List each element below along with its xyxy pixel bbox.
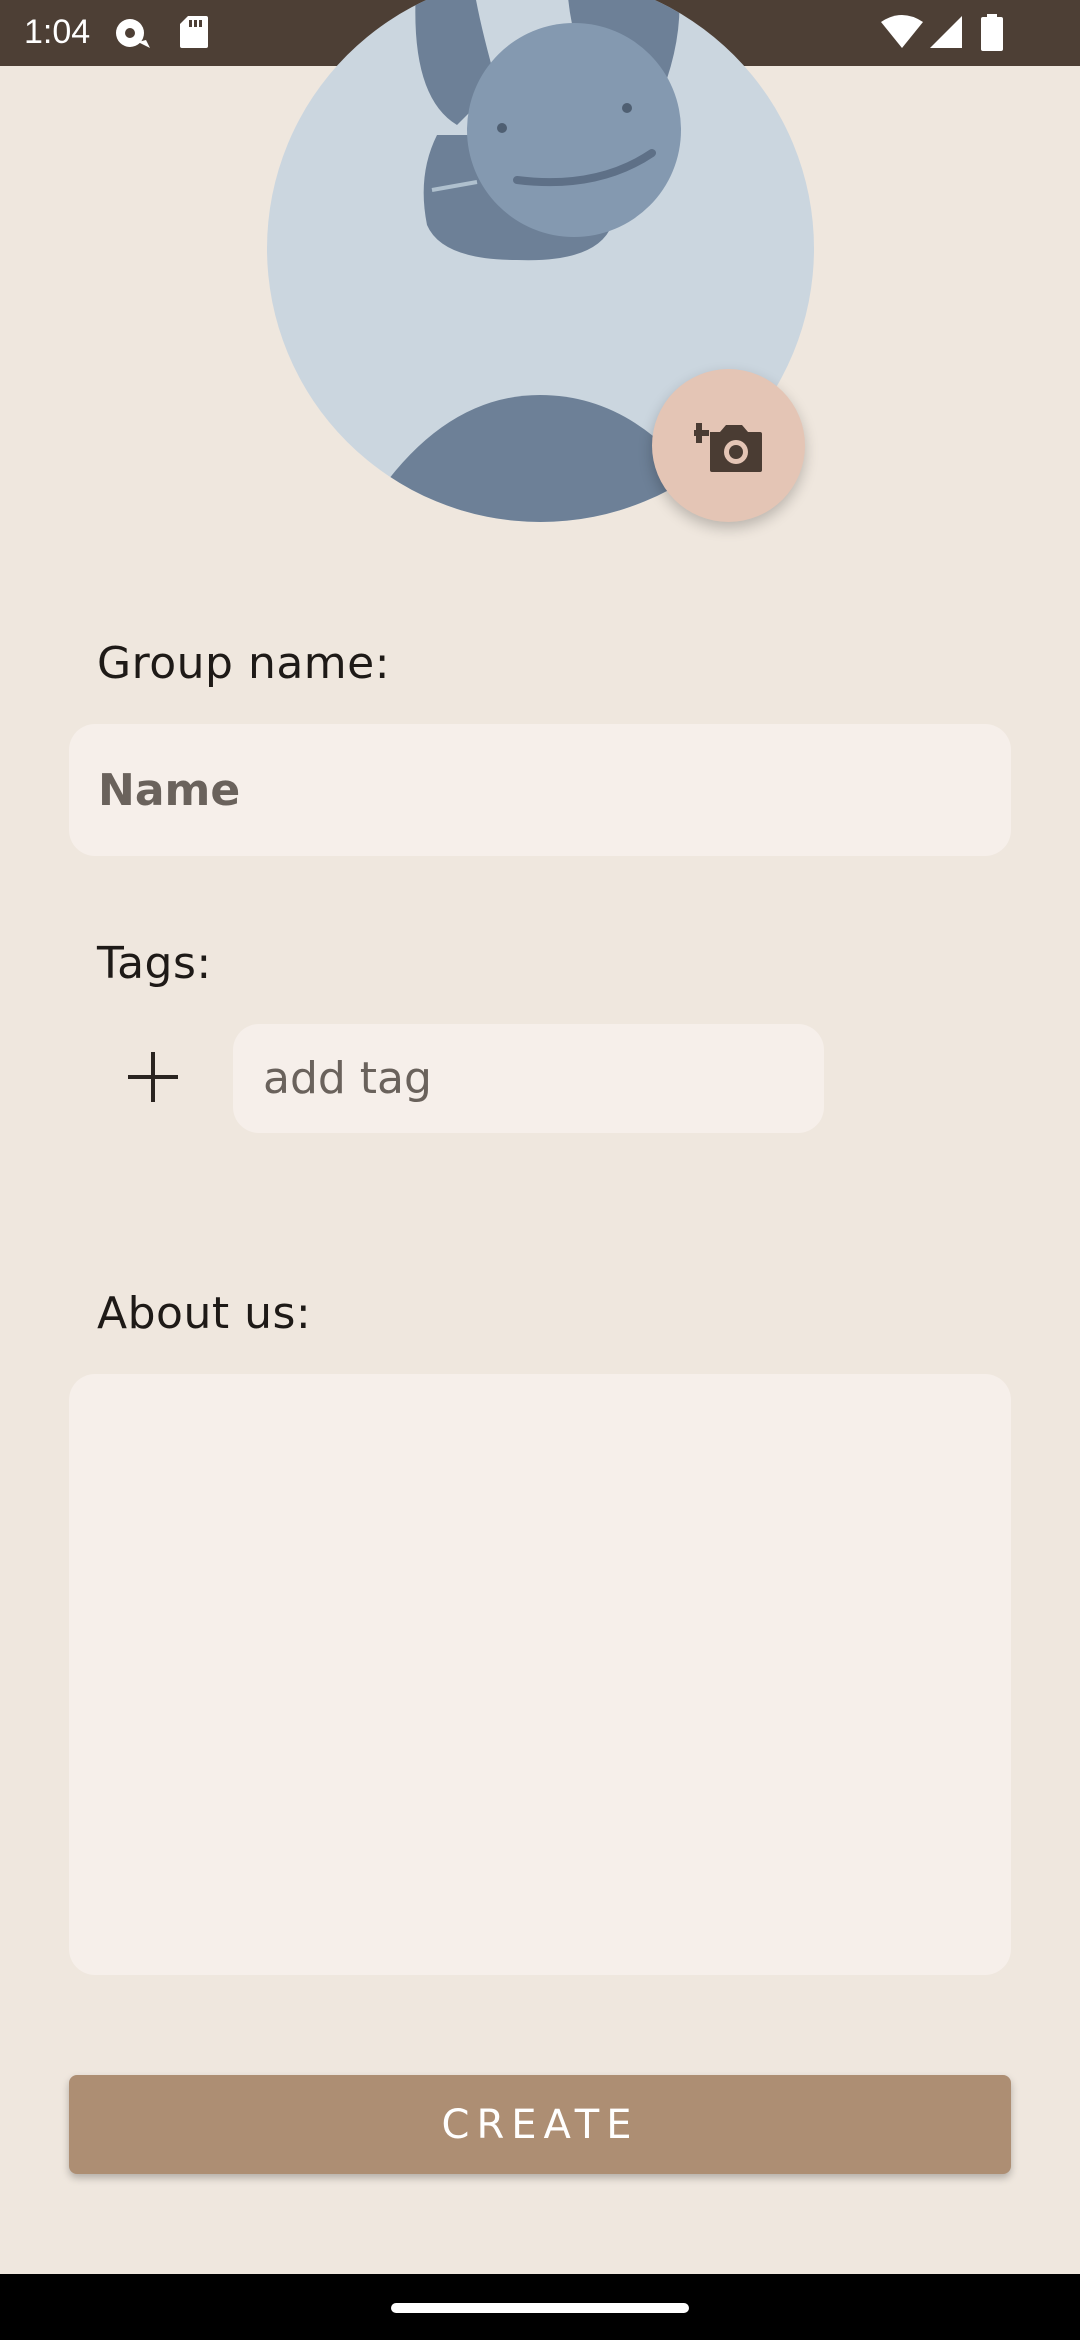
signal-icon [928,14,964,54]
status-time: 1:04 [24,13,91,51]
sd-card-icon [179,14,209,54]
plus-icon [126,1050,180,1108]
add-photo-button[interactable] [652,369,805,522]
tag-input[interactable] [233,1024,824,1133]
add-photo-camera-icon [688,414,764,478]
group-name-field[interactable] [69,724,1011,856]
battery-icon [980,14,1004,56]
wifi-icon [880,14,924,54]
cast-icon [112,14,152,56]
about-us-label: About us: [97,1288,312,1339]
about-us-field[interactable] [69,1374,1011,1975]
tag-field[interactable] [233,1024,824,1133]
home-gesture-handle[interactable] [391,2303,689,2313]
tags-label: Tags: [97,938,212,989]
group-name-label: Group name: [97,638,391,689]
add-tag-button[interactable] [113,1039,193,1119]
group-name-input[interactable] [69,724,1011,856]
about-us-textarea[interactable] [69,1374,1011,1975]
navigation-bar [0,2274,1080,2340]
create-button[interactable]: CREATE [69,2075,1011,2174]
